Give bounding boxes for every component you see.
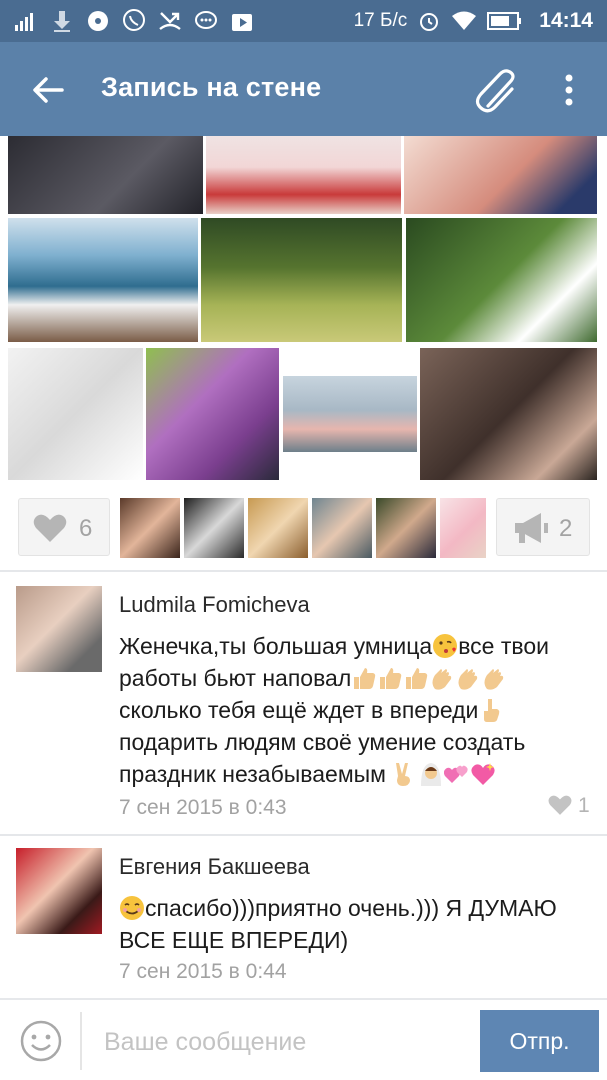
liker-avatar[interactable] [120, 498, 180, 558]
comment-item[interactable]: Ludmila Fomicheva Женечка,ты большая умн… [0, 572, 607, 834]
play-store-icon [232, 14, 252, 31]
clapping-hands-icon [432, 669, 452, 690]
app-toolbar: Запись на стене [0, 42, 607, 136]
comment-text-part: Женечка,ты большая умница [119, 633, 433, 659]
paperclip-icon[interactable] [472, 66, 524, 118]
comment-text-part: сколько тебя ещё ждет в впереди [119, 697, 479, 723]
status-bar: 17 Б/с 14:14 [0, 0, 607, 42]
clapping-hands-icon [458, 669, 478, 690]
download-icon [54, 11, 70, 32]
comment-author[interactable]: Ludmila Fomicheva [119, 592, 310, 618]
comment-text-part: спасибо)))приятно очень.))) Я ДУМАЮ ВСЕ … [119, 895, 557, 953]
victory-hand-icon [396, 763, 411, 786]
alarm-icon [420, 13, 439, 31]
liker-avatar[interactable] [440, 498, 486, 558]
liker-avatar[interactable] [312, 498, 372, 558]
heart-icon [33, 514, 67, 542]
like-button[interactable]: 6 [18, 498, 110, 556]
wifi-icon [452, 11, 477, 30]
smiling-face-icon [120, 896, 144, 920]
liker-avatar[interactable] [184, 498, 244, 558]
arrow-left-icon[interactable] [28, 70, 68, 110]
viber-icon [123, 9, 145, 31]
megaphone-icon [515, 513, 548, 543]
composer-separator [80, 1012, 82, 1070]
photo-sea[interactable] [8, 218, 198, 342]
signal-icon [15, 13, 33, 31]
network-speed: 17 Б/с [353, 10, 408, 31]
more-vertical-icon[interactable] [554, 70, 584, 110]
avatar[interactable] [16, 586, 102, 672]
post-photo-grid [0, 136, 607, 486]
photo-couple-pink[interactable] [404, 136, 597, 214]
comment-text: Женечка,ты большая умница все твои работы… [119, 630, 589, 790]
photo-couple-red[interactable] [206, 136, 401, 214]
kiss-emoji-icon [433, 634, 458, 658]
repost-button[interactable]: 2 [496, 498, 590, 556]
photo-dj[interactable] [8, 136, 203, 214]
thumbs-up-icon [354, 668, 376, 689]
clock: 14:14 [539, 9, 593, 32]
comment-like-count: 1 [578, 794, 590, 817]
photo-selfie[interactable] [420, 348, 597, 480]
chat-icon [195, 11, 217, 29]
likes-row: 6 2 [0, 496, 607, 564]
clapping-hands-icon [484, 669, 504, 690]
photo-forest-couple[interactable] [406, 218, 597, 342]
message-input[interactable] [104, 1022, 464, 1062]
repost-count: 2 [559, 515, 573, 542]
music-icon [88, 11, 108, 31]
thumbs-up-icon [380, 668, 402, 689]
photo-white-couple[interactable] [8, 348, 143, 480]
send-button[interactable]: Отпр. [480, 1010, 599, 1072]
comment-author[interactable]: Евгения Бакшеева [119, 854, 310, 880]
comment-date: 7 сен 2015 в 0:43 [119, 796, 287, 819]
liker-avatar[interactable] [248, 498, 308, 558]
pointing-up-icon [484, 699, 500, 722]
smiley-icon[interactable] [20, 1020, 62, 1062]
thumbs-up-icon [406, 668, 428, 689]
missed-call-icon [159, 12, 181, 30]
battery-icon [487, 12, 522, 30]
liker-avatar[interactable] [376, 498, 436, 558]
comment-text: спасибо)))приятно очень.))) Я ДУМАЮ ВСЕ … [119, 892, 589, 956]
comment-date: 7 сен 2015 в 0:44 [119, 960, 287, 983]
comment-item[interactable]: Евгения Бакшеева спасибо)))приятно очень… [0, 836, 607, 996]
photo-bridesmaids[interactable] [283, 376, 417, 452]
message-composer: Отпр. [0, 998, 607, 1080]
photo-field[interactable] [201, 218, 402, 342]
notification-icons [14, 6, 254, 36]
like-count: 6 [79, 515, 93, 542]
photo-lilac[interactable] [146, 348, 279, 480]
comment-like-button[interactable]: 1 [548, 794, 607, 824]
page-title: Запись на стене [101, 72, 322, 102]
heart-icon [548, 795, 572, 815]
hearts-icon [444, 765, 469, 783]
sparkling-heart-icon [471, 763, 495, 785]
avatar[interactable] [16, 848, 102, 934]
bride-icon [421, 763, 442, 786]
